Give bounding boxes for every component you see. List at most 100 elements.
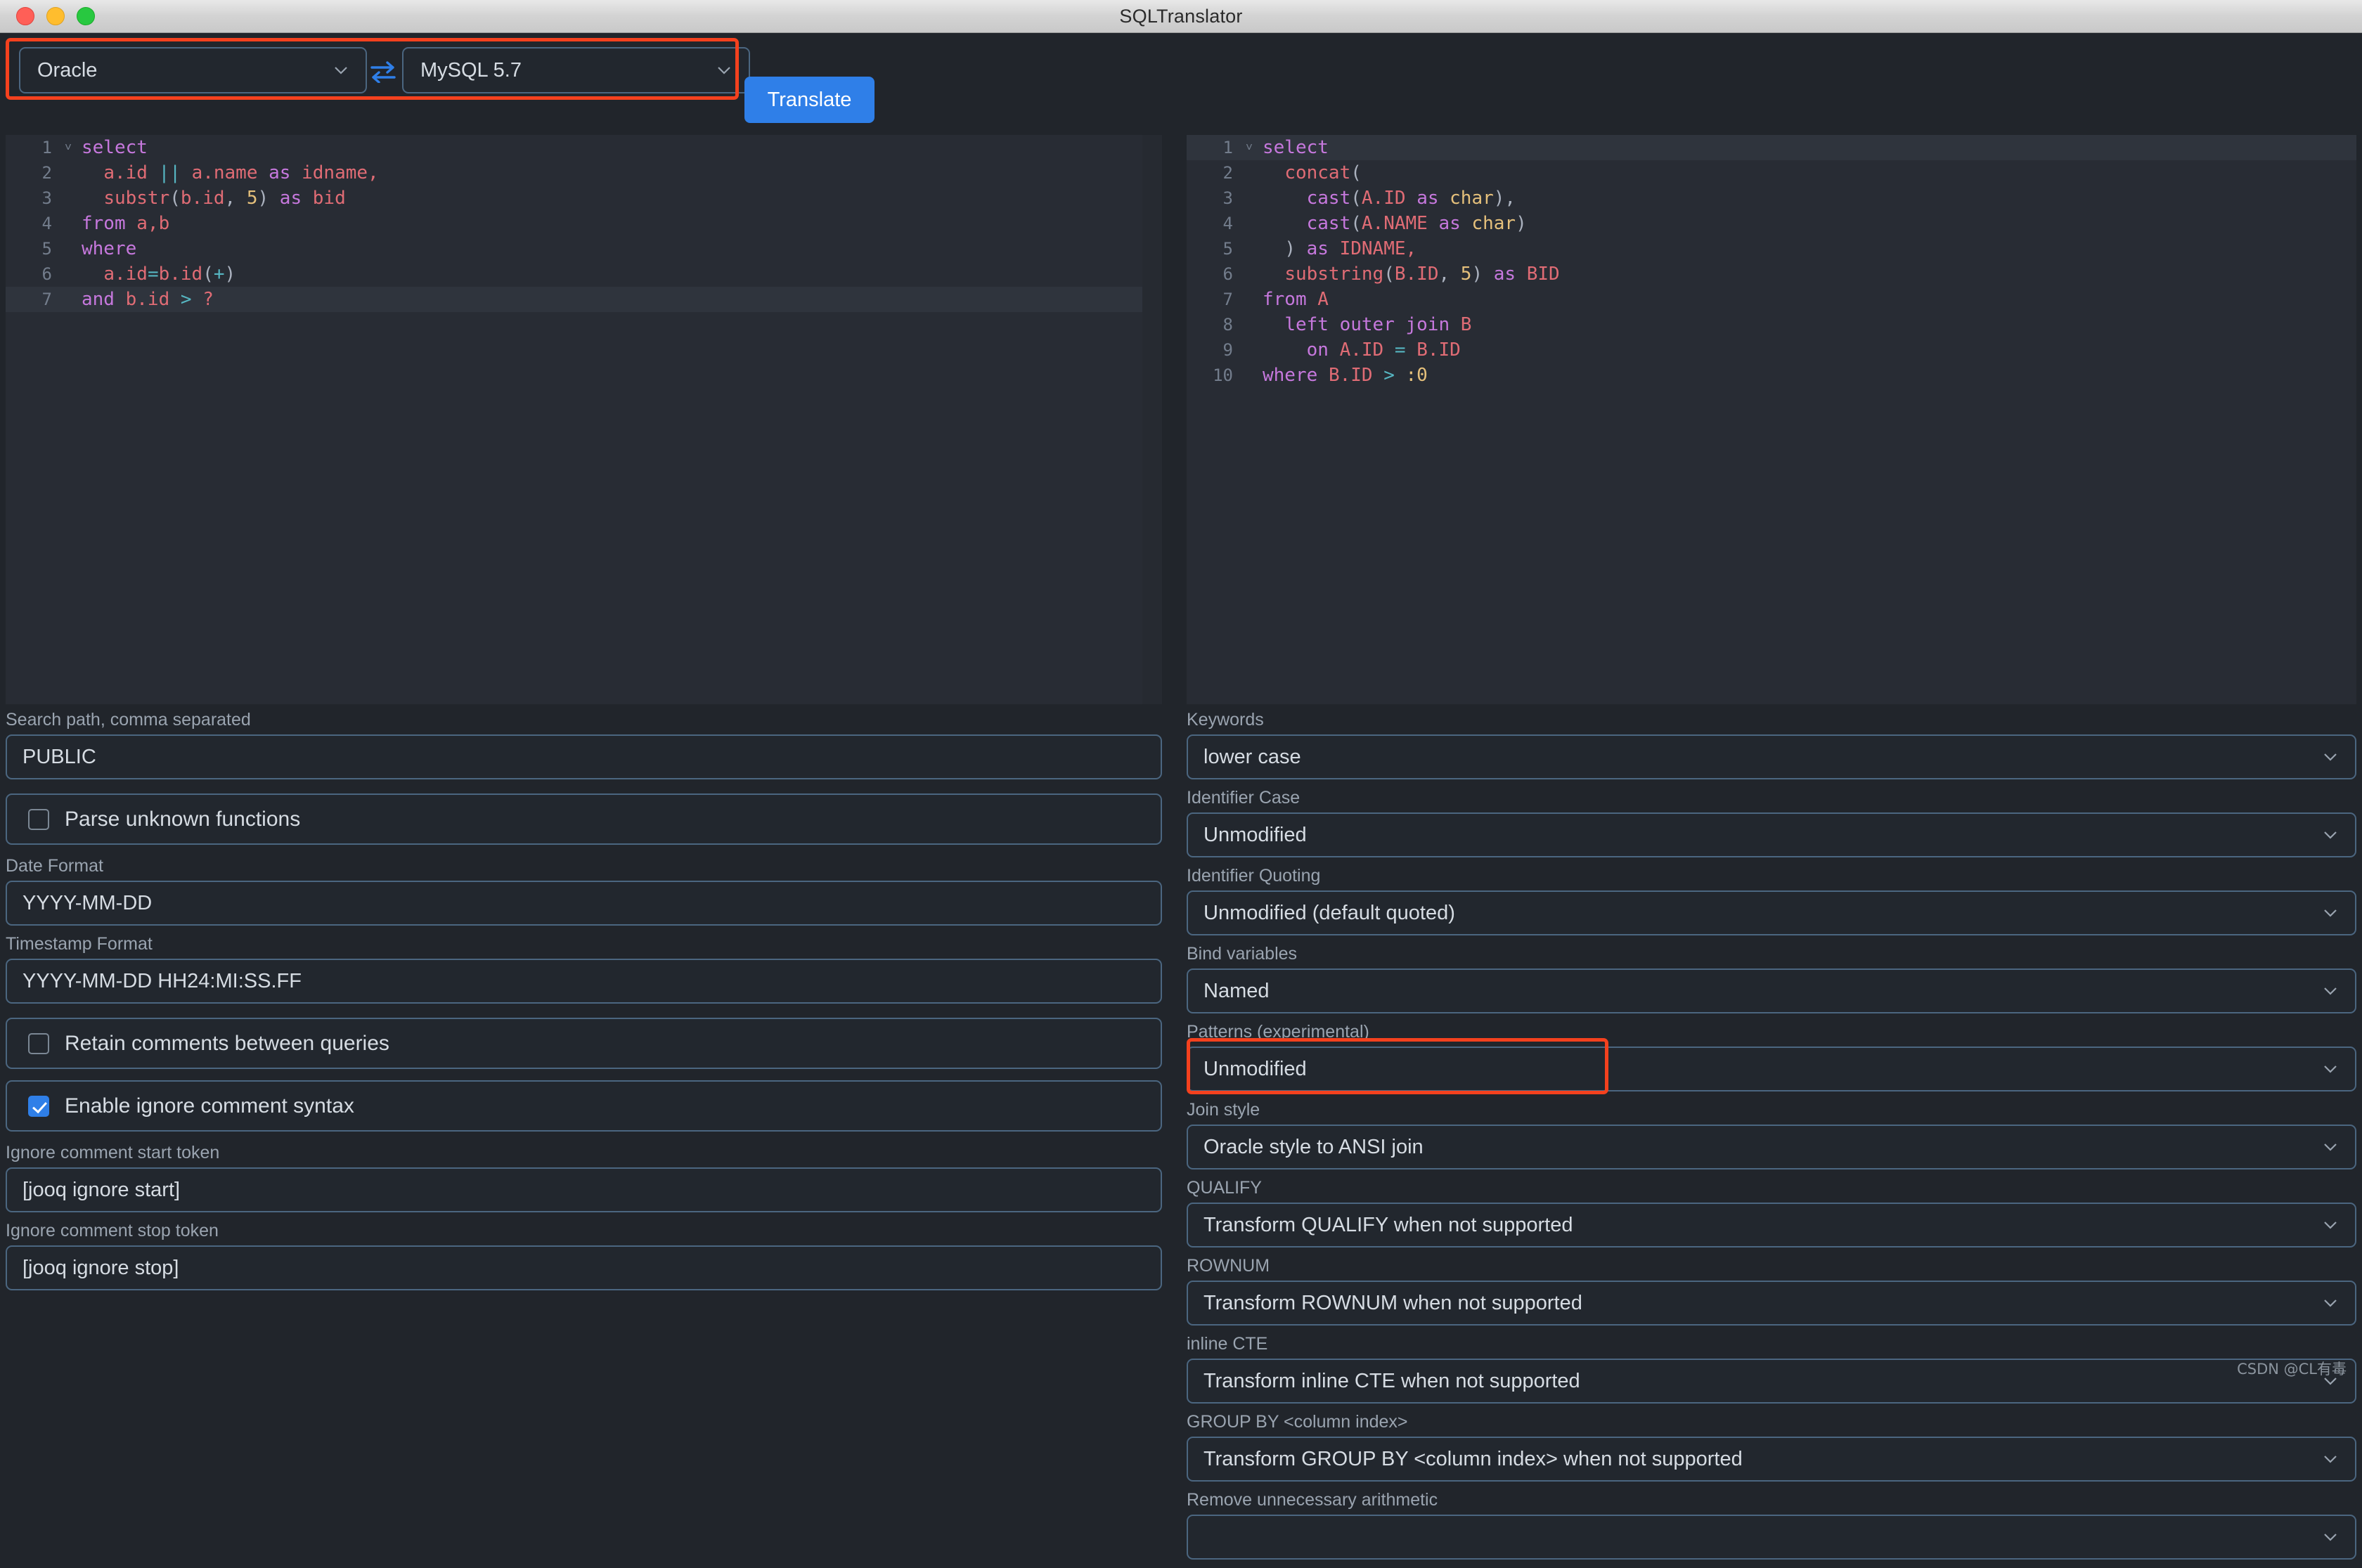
source-editor-scrollbar[interactable] (1142, 135, 1162, 704)
retain-comments-row[interactable]: Retain comments between queries (6, 1018, 1162, 1069)
code-line[interactable]: 7 and b.id > ? (6, 287, 1162, 312)
line-number: 1 (1222, 138, 1233, 157)
code-text: a.id || a.name as idname, (103, 162, 379, 183)
join-style-value: Oracle style to ANSI join (1203, 1135, 1424, 1158)
retain-comments-label: Retain comments between queries (65, 1031, 389, 1055)
code-line[interactable]: 4 cast(A.NAME as char) (1187, 211, 2356, 236)
bind-variables-select[interactable]: Named (1187, 968, 2356, 1013)
rownum-select[interactable]: Transform ROWNUM when not supported (1187, 1281, 2356, 1326)
line-number: 9 (1222, 340, 1233, 360)
code-text: from a,b (82, 213, 170, 234)
code-text: cast(A.ID as char), (1306, 188, 1516, 209)
identifier-quoting-value: Unmodified (default quoted) (1203, 901, 1455, 924)
parse-unknown-functions-label: Parse unknown functions (65, 807, 301, 831)
rownum-value: Transform ROWNUM when not supported (1203, 1291, 1582, 1314)
enable-ignore-comment-checkbox[interactable] (28, 1095, 49, 1117)
code-line[interactable]: 4 from a,b (6, 211, 1162, 236)
date-format-input[interactable]: YYYY-MM-DD (6, 881, 1162, 926)
inline-cte-label: inline CTE (1187, 1334, 1268, 1354)
code-line[interactable]: 2 a.id || a.name as idname, (6, 160, 1162, 186)
code-line[interactable]: 2 concat( (1187, 160, 2356, 186)
target-dialect-select[interactable]: MySQL 5.7 (402, 47, 750, 93)
chevron-down-icon (2323, 905, 2338, 921)
patterns-select[interactable]: Unmodified (1187, 1047, 2356, 1091)
code-line[interactable]: 9 on A.ID = B.ID (1187, 337, 2356, 363)
search-path-input[interactable]: PUBLIC (6, 734, 1162, 779)
rownum-label: ROWNUM (1187, 1256, 1270, 1276)
translated-sql-editor[interactable]: 1 ˅ select 2 concat(3 cast(A.ID as char), 4 … (1187, 135, 2356, 704)
swap-arrows-icon[interactable] (366, 60, 400, 84)
code-text: concat( (1284, 162, 1362, 183)
code-line[interactable]: 7 from A (1187, 287, 2356, 312)
qualify-value: Transform QUALIFY when not supported (1203, 1213, 1573, 1236)
source-sql-editor[interactable]: 1 ˅ select 2 a.id || a.name as idname, 3 sub… (6, 135, 1162, 704)
code-text: on A.ID = B.ID (1306, 339, 1461, 361)
code-line[interactable]: 3 cast(A.ID as char), (1187, 186, 2356, 211)
chevron-down-icon (2323, 1139, 2338, 1155)
target-dialect-value: MySQL 5.7 (420, 58, 522, 82)
chevron-down-icon (716, 63, 732, 78)
line-number: 2 (1222, 163, 1233, 183)
code-line[interactable]: 5 where (6, 236, 1162, 261)
chevron-down-icon (2323, 827, 2338, 843)
code-line[interactable]: 1 ˅ select (6, 135, 1162, 160)
chevron-down-icon (2323, 1529, 2338, 1545)
fold-chevron-icon[interactable]: ˅ (59, 141, 77, 155)
keywords-label: Keywords (1187, 710, 1264, 730)
line-number: 4 (41, 214, 52, 233)
line-number: 5 (1222, 239, 1233, 259)
translate-button[interactable]: Translate (744, 77, 875, 123)
qualify-select[interactable]: Transform QUALIFY when not supported (1187, 1203, 2356, 1248)
enable-ignore-comment-label: Enable ignore comment syntax (65, 1094, 354, 1117)
bind-variables-label: Bind variables (1187, 944, 1298, 964)
code-text: where (82, 238, 137, 259)
identifier-case-select[interactable]: Unmodified (1187, 812, 2356, 857)
source-dialect-select[interactable]: Oracle (19, 47, 367, 93)
retain-comments-checkbox[interactable] (28, 1032, 49, 1054)
code-text: select (82, 137, 148, 158)
ignore-comment-stop-label: Ignore comment stop token (6, 1221, 219, 1240)
search-path-label: Search path, comma separated (6, 710, 251, 730)
code-line[interactable]: 10 where B.ID > :0 (1187, 363, 2356, 388)
code-line[interactable]: 1 ˅ select (1187, 135, 2356, 160)
join-style-select[interactable]: Oracle style to ANSI join (1187, 1125, 2356, 1169)
code-line[interactable]: 5 ) as IDNAME, (1187, 236, 2356, 261)
group-by-column-index-label: GROUP BY <column index> (1187, 1412, 1408, 1432)
dialect-toolbar: Oracle MySQL 5.7 Translate (0, 33, 2362, 123)
parse-unknown-functions-row[interactable]: Parse unknown functions (6, 793, 1162, 845)
code-line[interactable]: 3 substr(b.id, 5) as bid (6, 186, 1162, 211)
line-number: 3 (41, 188, 52, 208)
timestamp-format-input[interactable]: YYYY-MM-DD HH24:MI:SS.FF (6, 959, 1162, 1004)
keywords-select[interactable]: lower case (1187, 734, 2356, 779)
line-number: 6 (1222, 264, 1233, 284)
enable-ignore-comment-row[interactable]: Enable ignore comment syntax (6, 1080, 1162, 1132)
line-number: 10 (1213, 365, 1233, 385)
identifier-case-value: Unmodified (1203, 823, 1307, 846)
line-number: 7 (1222, 290, 1233, 309)
join-style-label: Join style (1187, 1100, 1260, 1120)
remove-unnecessary-arithmetic-select[interactable] (1187, 1515, 2356, 1560)
ignore-comment-start-input[interactable]: [jooq ignore start] (6, 1167, 1162, 1212)
keywords-value: lower case (1203, 745, 1301, 768)
code-line[interactable]: 6 substring(B.ID, 5) as BID (1187, 261, 2356, 287)
code-text: select (1263, 137, 1329, 158)
fold-chevron-icon[interactable]: ˅ (1240, 141, 1258, 155)
code-text: a.id=b.id(+) (103, 264, 236, 285)
identifier-quoting-label: Identifier Quoting (1187, 866, 1321, 886)
code-text: where B.ID > :0 (1263, 365, 1428, 386)
code-line[interactable]: 8 left outer join B (1187, 312, 2356, 337)
line-number: 6 (41, 264, 52, 284)
window-title: SQLTranslator (1119, 5, 1243, 27)
group-by-column-index-select[interactable]: Transform GROUP BY <column index> when n… (1187, 1437, 2356, 1482)
timestamp-format-label: Timestamp Format (6, 934, 153, 954)
ignore-comment-stop-input[interactable]: [jooq ignore stop] (6, 1245, 1162, 1290)
line-number: 1 (41, 138, 52, 157)
chevron-down-icon (2323, 983, 2338, 999)
parse-unknown-functions-checkbox[interactable] (28, 808, 49, 830)
code-line[interactable]: 6 a.id=b.id(+) (6, 261, 1162, 287)
line-number: 8 (1222, 315, 1233, 335)
patterns-value: Unmodified (1203, 1057, 1307, 1080)
line-number: 5 (41, 239, 52, 259)
identifier-quoting-select[interactable]: Unmodified (default quoted) (1187, 890, 2356, 935)
inline-cte-select[interactable]: Transform inline CTE when not supported (1187, 1359, 2356, 1404)
